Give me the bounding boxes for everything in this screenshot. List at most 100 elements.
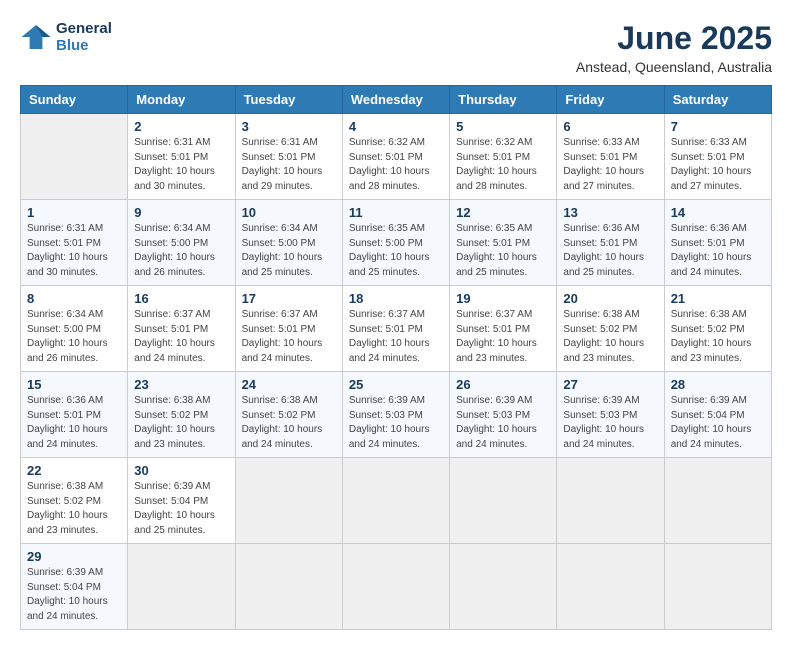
calendar-cell: 23 Sunrise: 6:38 AMSunset: 5:02 PMDayligh… xyxy=(128,372,235,458)
calendar-week-row: 22Sunrise: 6:38 AMSunset: 5:02 PMDayligh… xyxy=(21,458,772,544)
calendar-week-row: 15Sunrise: 6:36 AMSunset: 5:01 PMDayligh… xyxy=(21,372,772,458)
day-number: 20 xyxy=(563,291,657,306)
calendar-cell: 7 Sunrise: 6:33 AMSunset: 5:01 PMDaylight… xyxy=(664,114,771,200)
day-info: Sunrise: 6:32 AMSunset: 5:01 PMDaylight:… xyxy=(456,136,550,194)
weekday-header: Friday xyxy=(557,86,664,114)
calendar-cell: 13 Sunrise: 6:36 AMSunset: 5:01 PMDayligh… xyxy=(557,200,664,286)
month-title: June 2025 xyxy=(576,20,772,57)
day-info: Sunrise: 6:34 AMSunset: 5:00 PMDaylight:… xyxy=(134,222,228,280)
day-info: Sunrise: 6:31 AMSunset: 5:01 PMDaylight:… xyxy=(27,222,121,280)
calendar-cell: 6 Sunrise: 6:33 AMSunset: 5:01 PMDaylight… xyxy=(557,114,664,200)
calendar-table: SundayMondayTuesdayWednesdayThursdayFrid… xyxy=(20,85,772,630)
day-info: Sunrise: 6:34 AMSunset: 5:00 PMDaylight:… xyxy=(27,308,121,366)
calendar-cell xyxy=(21,114,128,200)
day-info: Sunrise: 6:33 AMSunset: 5:01 PMDaylight:… xyxy=(563,136,657,194)
calendar-cell: 30Sunrise: 6:39 AMSunset: 5:04 PMDayligh… xyxy=(128,458,235,544)
calendar-cell: 22Sunrise: 6:38 AMSunset: 5:02 PMDayligh… xyxy=(21,458,128,544)
weekday-header: Sunday xyxy=(21,86,128,114)
calendar-cell: 25 Sunrise: 6:39 AMSunset: 5:03 PMDayligh… xyxy=(342,372,449,458)
calendar-week-row: 1 Sunrise: 6:31 AMSunset: 5:01 PMDaylight… xyxy=(21,200,772,286)
day-number: 6 xyxy=(563,119,657,134)
day-info: Sunrise: 6:35 AMSunset: 5:00 PMDaylight:… xyxy=(349,222,443,280)
calendar-cell: 12Sunrise: 6:35 AMSunset: 5:01 PMDayligh… xyxy=(450,200,557,286)
day-info: Sunrise: 6:38 AMSunset: 5:02 PMDaylight:… xyxy=(671,308,765,366)
calendar-cell: 24Sunrise: 6:38 AMSunset: 5:02 PMDayligh… xyxy=(235,372,342,458)
calendar-cell xyxy=(664,544,771,630)
day-number: 10 xyxy=(242,205,336,220)
calendar-cell: 4Sunrise: 6:32 AMSunset: 5:01 PMDaylight… xyxy=(342,114,449,200)
title-area: June 2025 Anstead, Queensland, Australia xyxy=(576,20,772,75)
calendar-cell: 11 Sunrise: 6:35 AMSunset: 5:00 PMDayligh… xyxy=(342,200,449,286)
day-number: 23 xyxy=(134,377,228,392)
calendar-cell: 15Sunrise: 6:36 AMSunset: 5:01 PMDayligh… xyxy=(21,372,128,458)
calendar-cell: 27Sunrise: 6:39 AMSunset: 5:03 PMDayligh… xyxy=(557,372,664,458)
weekday-header: Monday xyxy=(128,86,235,114)
day-number: 12 xyxy=(456,205,550,220)
calendar-cell: 2 Sunrise: 6:31 AMSunset: 5:01 PMDaylight… xyxy=(128,114,235,200)
day-number: 16 xyxy=(134,291,228,306)
day-number: 11 xyxy=(349,205,443,220)
calendar-cell: 20 Sunrise: 6:38 AMSunset: 5:02 PMDayligh… xyxy=(557,286,664,372)
day-number: 7 xyxy=(671,119,765,134)
day-info: Sunrise: 6:39 AMSunset: 5:03 PMDaylight:… xyxy=(349,394,443,452)
logo-icon xyxy=(20,21,52,53)
calendar-week-row: 29 Sunrise: 6:39 AMSunset: 5:04 PMDayligh… xyxy=(21,544,772,630)
day-number: 5 xyxy=(456,119,550,134)
day-info: Sunrise: 6:38 AMSunset: 5:02 PMDaylight:… xyxy=(242,394,336,452)
calendar-cell: 18 Sunrise: 6:37 AMSunset: 5:01 PMDayligh… xyxy=(342,286,449,372)
logo-text: General Blue xyxy=(56,20,112,54)
day-number: 14 xyxy=(671,205,765,220)
day-number: 1 xyxy=(27,205,121,220)
calendar-cell xyxy=(235,544,342,630)
calendar-cell: 19 Sunrise: 6:37 AMSunset: 5:01 PMDayligh… xyxy=(450,286,557,372)
day-number: 9 xyxy=(134,205,228,220)
day-info: Sunrise: 6:33 AMSunset: 5:01 PMDaylight:… xyxy=(671,136,765,194)
day-info: Sunrise: 6:37 AMSunset: 5:01 PMDaylight:… xyxy=(349,308,443,366)
weekday-header: Saturday xyxy=(664,86,771,114)
day-info: Sunrise: 6:39 AMSunset: 5:03 PMDaylight:… xyxy=(456,394,550,452)
calendar-cell xyxy=(342,544,449,630)
day-number: 8 xyxy=(27,291,121,306)
calendar-cell xyxy=(450,458,557,544)
day-info: Sunrise: 6:31 AMSunset: 5:01 PMDaylight:… xyxy=(242,136,336,194)
calendar-cell xyxy=(342,458,449,544)
day-number: 21 xyxy=(671,291,765,306)
calendar-cell: 9 Sunrise: 6:34 AMSunset: 5:00 PMDaylight… xyxy=(128,200,235,286)
page-header: General Blue June 2025 Anstead, Queensla… xyxy=(20,20,772,75)
day-info: Sunrise: 6:31 AMSunset: 5:01 PMDaylight:… xyxy=(134,136,228,194)
day-number: 13 xyxy=(563,205,657,220)
calendar-cell: 17Sunrise: 6:37 AMSunset: 5:01 PMDayligh… xyxy=(235,286,342,372)
calendar-cell xyxy=(450,544,557,630)
day-info: Sunrise: 6:38 AMSunset: 5:02 PMDaylight:… xyxy=(134,394,228,452)
calendar-cell xyxy=(128,544,235,630)
location-title: Anstead, Queensland, Australia xyxy=(576,59,772,75)
calendar-cell: 16 Sunrise: 6:37 AMSunset: 5:01 PMDayligh… xyxy=(128,286,235,372)
calendar-cell xyxy=(235,458,342,544)
day-info: Sunrise: 6:39 AMSunset: 5:04 PMDaylight:… xyxy=(27,566,121,624)
weekday-header: Tuesday xyxy=(235,86,342,114)
day-info: Sunrise: 6:39 AMSunset: 5:03 PMDaylight:… xyxy=(563,394,657,452)
calendar-cell: 29 Sunrise: 6:39 AMSunset: 5:04 PMDayligh… xyxy=(21,544,128,630)
day-info: Sunrise: 6:38 AMSunset: 5:02 PMDaylight:… xyxy=(27,480,121,538)
calendar-cell: 14Sunrise: 6:36 AMSunset: 5:01 PMDayligh… xyxy=(664,200,771,286)
day-number: 3 xyxy=(242,119,336,134)
day-info: Sunrise: 6:38 AMSunset: 5:02 PMDaylight:… xyxy=(563,308,657,366)
day-info: Sunrise: 6:32 AMSunset: 5:01 PMDaylight:… xyxy=(349,136,443,194)
calendar-cell: 26Sunrise: 6:39 AMSunset: 5:03 PMDayligh… xyxy=(450,372,557,458)
day-info: Sunrise: 6:37 AMSunset: 5:01 PMDaylight:… xyxy=(456,308,550,366)
day-number: 19 xyxy=(456,291,550,306)
calendar-cell: 8 Sunrise: 6:34 AMSunset: 5:00 PMDaylight… xyxy=(21,286,128,372)
weekday-header: Wednesday xyxy=(342,86,449,114)
day-number: 30 xyxy=(134,463,228,478)
day-number: 2 xyxy=(134,119,228,134)
calendar-cell xyxy=(557,458,664,544)
day-info: Sunrise: 6:37 AMSunset: 5:01 PMDaylight:… xyxy=(134,308,228,366)
calendar-cell xyxy=(557,544,664,630)
day-info: Sunrise: 6:37 AMSunset: 5:01 PMDaylight:… xyxy=(242,308,336,366)
day-number: 18 xyxy=(349,291,443,306)
day-number: 29 xyxy=(27,549,121,564)
calendar-cell: 5 Sunrise: 6:32 AMSunset: 5:01 PMDaylight… xyxy=(450,114,557,200)
day-number: 25 xyxy=(349,377,443,392)
day-number: 15 xyxy=(27,377,121,392)
day-info: Sunrise: 6:36 AMSunset: 5:01 PMDaylight:… xyxy=(563,222,657,280)
